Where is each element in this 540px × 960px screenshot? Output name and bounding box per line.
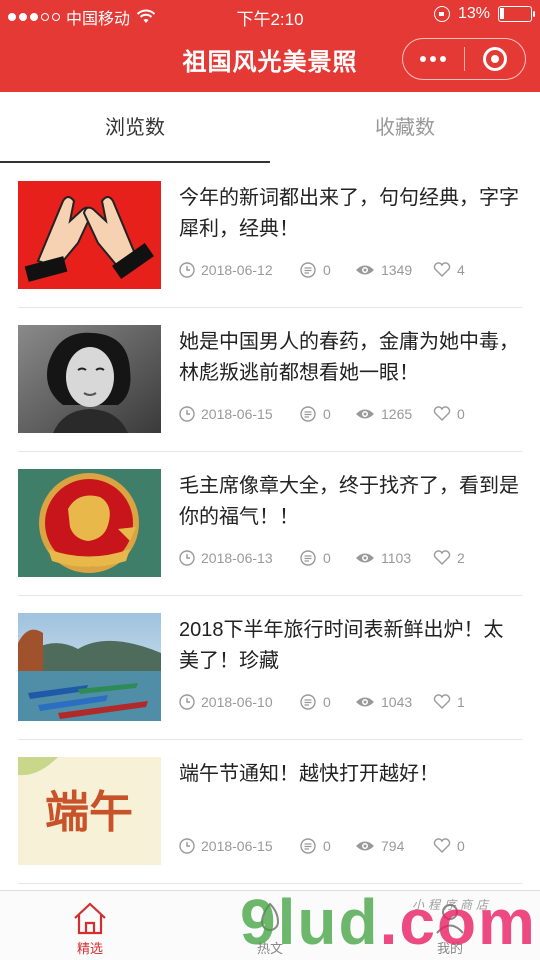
close-target-icon [482, 47, 507, 71]
status-bar: 中国移动 下午2:10 13% [0, 0, 540, 30]
article-title: 2018下半年旅行时间表新鲜出炉！太美了！珍藏 [179, 619, 504, 672]
comment-count: 0 [323, 262, 331, 278]
more-button[interactable] [403, 39, 464, 79]
article-thumbnail [18, 469, 161, 577]
home-icon [74, 902, 106, 935]
eye-icon [356, 697, 374, 707]
duanwu-thumb-text: 端午 [45, 787, 133, 838]
comment-icon [300, 694, 316, 710]
article-date: 2018-06-13 [201, 550, 273, 566]
article-title: 她是中国男人的春药，金庸为她中毒，林彪叛逃前都想看她一眼！ [179, 331, 519, 384]
tab-favorites[interactable]: 收藏数 [270, 92, 540, 164]
like-count: 0 [457, 406, 465, 422]
tab-featured[interactable]: 精选 [0, 891, 180, 960]
comment-icon [300, 262, 316, 278]
like-count: 2 [457, 550, 465, 566]
heart-icon [433, 406, 451, 421]
heart-icon [433, 694, 451, 709]
eye-icon [356, 409, 374, 419]
divider [18, 883, 522, 884]
article-date: 2018-06-10 [201, 694, 273, 710]
clock-icon [179, 694, 195, 710]
view-count: 1103 [381, 550, 412, 566]
comment-count: 0 [323, 406, 331, 422]
heart-icon [433, 838, 451, 853]
article-thumbnail [18, 181, 161, 289]
like-count: 0 [457, 838, 465, 854]
list-item[interactable]: 她是中国男人的春药，金庸为她中毒，林彪叛逃前都想看她一眼！ 2018-06-15… [0, 308, 540, 452]
active-tab-indicator [0, 161, 270, 163]
comment-count: 0 [323, 550, 331, 566]
list-item[interactable]: 端午 端午节通知！越快打开越好！ 2018-06-15 0 794 0 [0, 740, 540, 884]
article-title: 毛主席像章大全，终于找齐了，看到是你的福气！！ [179, 475, 519, 528]
watermark-logo: 9lud.com [240, 885, 537, 959]
article-title: 端午节通知！越快打开越好！ [179, 763, 439, 785]
view-count: 1043 [381, 694, 413, 710]
heart-icon [433, 550, 451, 565]
like-count: 4 [457, 262, 465, 278]
article-meta: 2018-06-12 0 1349 4 [179, 262, 465, 278]
article-thumbnail: 端午 [18, 757, 161, 865]
list-item[interactable]: 2018下半年旅行时间表新鲜出炉！太美了！珍藏 2018-06-10 0 104… [0, 596, 540, 740]
view-count: 1265 [381, 406, 413, 422]
article-title: 今年的新词都出来了，句句经典，字字犀利，经典！ [179, 187, 519, 240]
eye-icon [356, 265, 374, 275]
tab-featured-label: 精选 [76, 941, 103, 956]
comment-icon [300, 406, 316, 422]
article-meta: 2018-06-13 0 1103 2 [179, 550, 465, 566]
heart-icon [433, 262, 451, 277]
article-date: 2018-06-12 [201, 262, 273, 278]
rotation-lock-icon [433, 6, 450, 22]
like-count: 1 [457, 694, 465, 710]
header: 中国移动 下午2:10 13% 祖国风光美景照 [0, 0, 540, 92]
article-thumbnail [18, 325, 161, 433]
comment-icon [300, 550, 316, 566]
miniprogram-capsule [402, 38, 526, 80]
eye-icon [356, 841, 374, 851]
close-button[interactable] [464, 39, 525, 79]
comment-count: 0 [323, 838, 331, 854]
article-thumbnail [18, 613, 161, 721]
clock-icon [179, 406, 195, 422]
sort-tabs: 浏览数 收藏数 [0, 92, 540, 164]
eye-icon [356, 553, 374, 563]
comment-icon [300, 838, 316, 854]
clock-icon [179, 838, 195, 854]
comment-count: 0 [323, 694, 331, 710]
article-date: 2018-06-15 [201, 406, 273, 422]
watermark-main: 9lud [240, 886, 380, 958]
tab-views[interactable]: 浏览数 [0, 92, 270, 164]
list-item[interactable]: 今年的新词都出来了，句句经典，字字犀利，经典！ 2018-06-12 0 134… [0, 164, 540, 308]
view-count: 1349 [381, 262, 413, 278]
battery-percent: 13% [457, 5, 490, 22]
clock-icon [179, 550, 195, 566]
article-meta: 2018-06-10 0 1043 1 [179, 694, 465, 710]
view-count: 794 [381, 838, 405, 854]
battery-icon [498, 6, 535, 22]
article-list: 今年的新词都出来了，句句经典，字字犀利，经典！ 2018-06-12 0 134… [0, 164, 540, 884]
list-item[interactable]: 毛主席像章大全，终于找齐了，看到是你的福气！！ 2018-06-13 0 110… [0, 452, 540, 596]
article-meta: 2018-06-15 0 794 0 [179, 838, 465, 854]
article-meta: 2018-06-15 0 1265 0 [179, 406, 465, 422]
watermark-text: 小程序商店 [412, 898, 493, 912]
clock-icon [179, 262, 195, 278]
article-date: 2018-06-15 [201, 838, 273, 854]
